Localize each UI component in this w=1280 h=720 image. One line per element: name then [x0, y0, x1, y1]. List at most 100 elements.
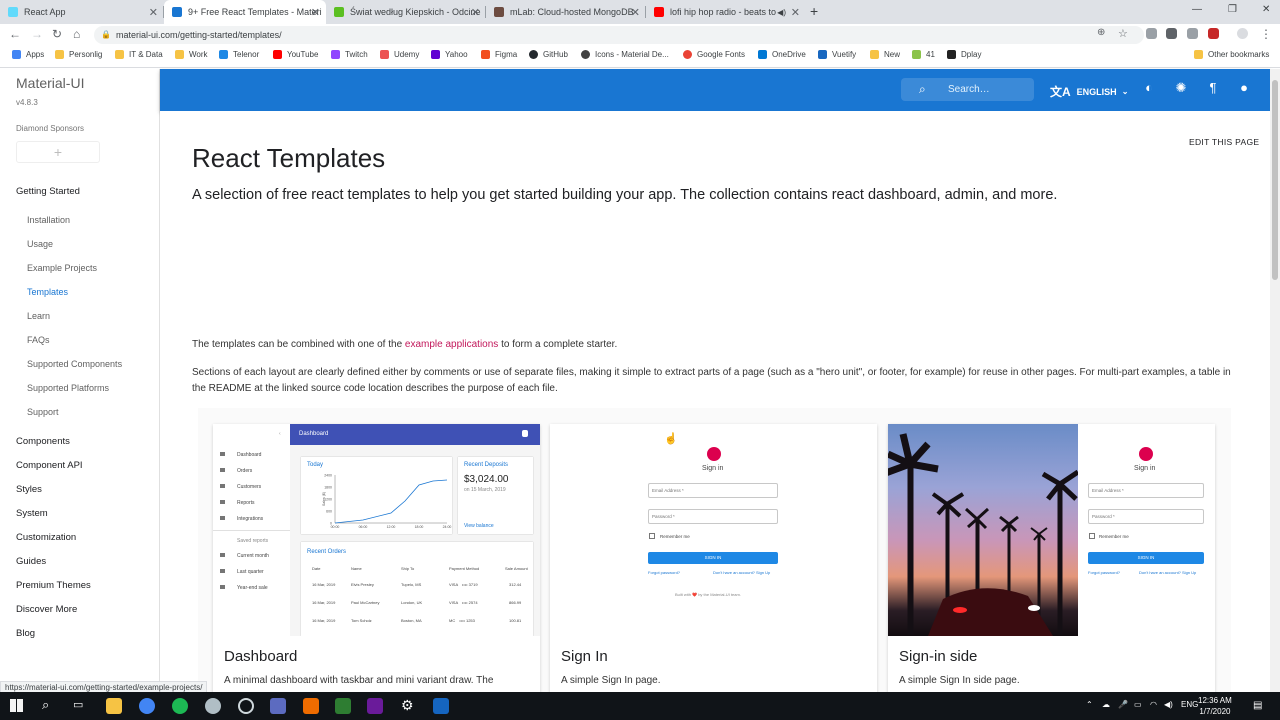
- bookmark-other[interactable]: Other bookmarks: [1194, 50, 1269, 59]
- phpstorm-icon[interactable]: [367, 698, 383, 714]
- clock[interactable]: 12:36 AM 1/7/2020: [1198, 695, 1232, 717]
- browser-tab[interactable]: React App ✕: [0, 0, 164, 24]
- bookmark[interactable]: Apps: [12, 50, 44, 59]
- close-icon[interactable]: ✕: [311, 6, 320, 19]
- microphone-icon[interactable]: 🎤: [1118, 700, 1128, 709]
- extension-icon[interactable]: [1208, 28, 1219, 39]
- nav-section[interactable]: Components: [16, 436, 70, 447]
- home-icon[interactable]: ⌂: [73, 27, 80, 41]
- notification-icon[interactable]: ▤: [1253, 700, 1262, 711]
- close-icon[interactable]: ✕: [791, 6, 800, 19]
- nav-item[interactable]: Support: [27, 407, 59, 417]
- app-icon[interactable]: [205, 698, 221, 714]
- bookmark[interactable]: New: [870, 50, 900, 59]
- nav-section[interactable]: Guides: [16, 556, 46, 567]
- chrome-icon[interactable]: [139, 698, 155, 714]
- nav-section[interactable]: Premium Themes: [16, 580, 91, 591]
- wifi-icon[interactable]: ◠: [1150, 700, 1157, 709]
- bookmark[interactable]: OneDrive: [758, 50, 806, 59]
- search-icon[interactable]: ⌕: [42, 697, 49, 713]
- app-icon[interactable]: [270, 698, 286, 714]
- browser-tab[interactable]: Świat według Kiepskich - Odcine ✕: [326, 0, 486, 24]
- version-label[interactable]: v4.8.3: [16, 98, 38, 107]
- menu-icon[interactable]: ⋮: [1260, 27, 1272, 41]
- template-card-sign-in[interactable]: Sign in Email Address * Password * Remem…: [550, 424, 877, 694]
- nav-item[interactable]: Installation: [27, 215, 70, 225]
- nav-section[interactable]: Discover More: [16, 604, 77, 615]
- bookmark[interactable]: Google Fonts: [683, 50, 745, 59]
- bookmark[interactable]: GitHub: [529, 50, 568, 59]
- bookmark[interactable]: Icons - Material De...: [581, 50, 669, 59]
- nav-item-active[interactable]: Templates: [27, 287, 68, 297]
- window-close-icon[interactable]: ✕: [1262, 4, 1270, 15]
- nav-section[interactable]: Styles: [16, 484, 42, 495]
- extension-icon[interactable]: [1166, 28, 1177, 39]
- template-card-dashboard[interactable]: Dashboard ‹ Dashboard Orders Customers R…: [213, 424, 540, 694]
- contrast-icon[interactable]: ◐: [1142, 81, 1156, 95]
- reload-icon[interactable]: ↻: [52, 27, 62, 41]
- task-view-icon[interactable]: ▭: [73, 698, 83, 711]
- bookmark[interactable]: 41: [912, 50, 935, 59]
- settings-icon[interactable]: ⚙: [401, 697, 414, 714]
- nav-item[interactable]: Supported Platforms: [27, 383, 109, 393]
- bookmark[interactable]: Work: [175, 50, 208, 59]
- bookmark[interactable]: IT & Data: [115, 50, 163, 59]
- github-icon[interactable]: ●: [1237, 81, 1251, 95]
- bookmark[interactable]: Telenor: [219, 50, 259, 59]
- text-direction-icon[interactable]: ¶: [1206, 81, 1220, 95]
- forward-icon[interactable]: →: [31, 27, 43, 41]
- close-icon[interactable]: ✕: [471, 6, 480, 19]
- browser-tab[interactable]: lofi hip hop radio - beats to ◀) ✕: [646, 0, 806, 24]
- minimize-icon[interactable]: —: [1192, 4, 1202, 15]
- sign-in-preview[interactable]: Sign in Email Address * Password * Remem…: [550, 424, 877, 636]
- browser-tab[interactable]: mLab: Cloud-hosted MongoDB ✕: [486, 0, 646, 24]
- volume-icon[interactable]: ◀): [1164, 700, 1173, 709]
- address-bar[interactable]: 🔒 material-ui.com/getting-started/templa…: [94, 26, 1144, 44]
- nav-item[interactable]: Supported Components: [27, 359, 122, 369]
- bookmark[interactable]: Dplay: [947, 50, 981, 59]
- sign-in-side-preview[interactable]: Sign in Email Address * Password * Remem…: [888, 424, 1215, 636]
- extension-icon[interactable]: [1146, 28, 1157, 39]
- tray-icon[interactable]: ☁: [1102, 700, 1110, 709]
- sponsor-slot[interactable]: +: [16, 141, 100, 163]
- maximize-icon[interactable]: ❐: [1228, 4, 1237, 15]
- windows-start-icon[interactable]: [10, 699, 23, 712]
- nav-section[interactable]: Component API: [16, 460, 83, 471]
- close-icon[interactable]: ✕: [149, 6, 158, 19]
- nav-item[interactable]: FAQs: [27, 335, 50, 345]
- language-button[interactable]: 文A ENGLISH ⌄: [1050, 83, 1128, 100]
- spotify-icon[interactable]: [172, 698, 188, 714]
- chevron-up-icon[interactable]: ⌃: [1086, 700, 1093, 709]
- app-icon[interactable]: [335, 698, 351, 714]
- browser-tab-active[interactable]: 9+ Free React Templates - Materi ✕: [164, 0, 326, 24]
- bookmark[interactable]: Udemy: [380, 50, 419, 59]
- back-icon[interactable]: ←: [9, 27, 21, 41]
- example-applications-link[interactable]: example applications: [405, 339, 498, 350]
- app-icon[interactable]: [433, 698, 449, 714]
- bookmark[interactable]: Figma: [481, 50, 517, 59]
- brand[interactable]: Material-UI: [16, 75, 84, 91]
- bookmark[interactable]: YouTube: [273, 50, 318, 59]
- speaker-icon[interactable]: ◀): [777, 8, 786, 17]
- nav-item[interactable]: Learn: [27, 311, 50, 321]
- extension-icon[interactable]: [1187, 28, 1198, 39]
- bookmark[interactable]: Twitch: [331, 50, 368, 59]
- edit-page-button[interactable]: EDIT THIS PAGE: [1189, 137, 1259, 147]
- nav-item[interactable]: Example Projects: [27, 263, 97, 273]
- nav-item[interactable]: Usage: [27, 239, 53, 249]
- search-input[interactable]: ⌕ Search…: [901, 78, 1034, 101]
- nav-section[interactable]: System: [16, 508, 48, 519]
- bookmark[interactable]: Vuetify: [818, 50, 856, 59]
- template-card-sign-in-side[interactable]: Sign in Email Address * Password * Remem…: [888, 424, 1215, 694]
- star-icon[interactable]: ☆: [1118, 27, 1128, 40]
- bookmark[interactable]: Yahoo: [431, 50, 468, 59]
- language-indicator[interactable]: ENG: [1181, 700, 1198, 709]
- app-icon[interactable]: [238, 698, 254, 714]
- close-icon[interactable]: ✕: [631, 6, 640, 19]
- new-tab-icon[interactable]: +: [810, 3, 818, 19]
- dashboard-preview[interactable]: Dashboard ‹ Dashboard Orders Customers R…: [213, 424, 540, 636]
- nav-section[interactable]: Blog: [16, 628, 35, 639]
- nav-section[interactable]: Customization: [16, 532, 76, 543]
- app-icon[interactable]: [303, 698, 319, 714]
- file-explorer-icon[interactable]: [106, 698, 122, 714]
